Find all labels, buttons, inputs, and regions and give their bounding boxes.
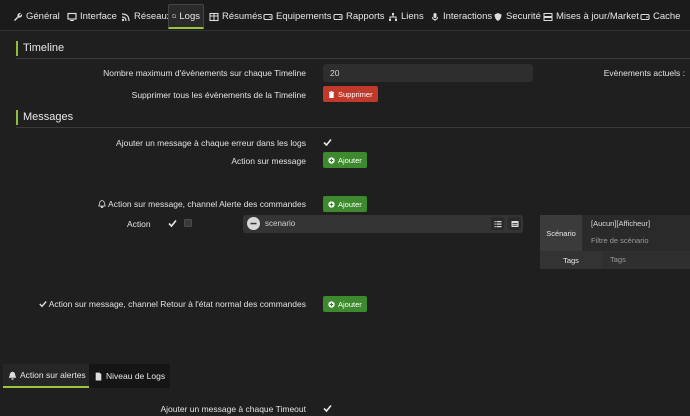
add-return-action-button[interactable]: Ajouter <box>323 296 367 312</box>
tab-reseaux[interactable]: Réseaux <box>118 4 175 29</box>
file-icon <box>172 14 176 18</box>
check-icon <box>39 301 47 308</box>
timeline-section-title: Timeline <box>16 41 64 56</box>
tab-label: Liens <box>401 11 424 22</box>
return-channel-text: Action sur message, channel Retour à l'é… <box>48 299 306 309</box>
tab-label: Securité <box>506 11 541 22</box>
file-icon <box>95 372 102 380</box>
action-options-checkbox[interactable] <box>184 219 192 227</box>
current-events-label: Evènements actuels : <box>603 68 685 78</box>
tab-label: Résumés <box>222 11 263 22</box>
bell-icon <box>98 200 106 209</box>
divider <box>16 58 690 59</box>
plus-circle-icon <box>328 156 335 164</box>
tab-logs[interactable]: Logs <box>168 4 204 29</box>
messages-section-title: Messages <box>16 110 73 125</box>
tab-action-sur-alertes[interactable]: Action sur alertes <box>3 364 91 388</box>
scenario-select-value: [Aucun][Afficheur] <box>591 219 651 228</box>
scenario-select[interactable]: [Aucun][Afficheur] Filtre de scénario <box>582 215 690 251</box>
tab-label: Logs <box>179 10 200 22</box>
sitemap-icon <box>389 12 397 21</box>
add-on-error-label: Ajouter un message à chaque erreur dans … <box>116 138 306 148</box>
bell-icon <box>8 371 17 380</box>
timeout-label: Ajouter un message à chaque Timeout <box>160 404 306 414</box>
tab-label: Général <box>26 11 60 22</box>
shield-icon <box>494 12 502 21</box>
delete-button-label: Supprimer <box>338 89 373 99</box>
tab-label: Interactions <box>443 11 493 22</box>
delete-timeline-button[interactable]: Supprimer <box>323 86 378 102</box>
scenario-filter-input[interactable]: Filtre de scénario <box>591 236 649 245</box>
tab-liens[interactable]: Liens <box>385 4 427 29</box>
add-button-label: Ajouter <box>338 155 362 165</box>
tab-label: Action sur alertes <box>20 370 86 380</box>
microphone-icon <box>432 12 438 21</box>
tab-label: Niveau de Logs <box>106 371 166 381</box>
tab-general[interactable]: Général <box>10 4 63 29</box>
tab-securite[interactable]: Securité <box>490 4 544 29</box>
divider <box>16 127 690 128</box>
tab-label: Cache <box>653 11 681 22</box>
tab-label: Réseaux <box>134 11 172 22</box>
hdd-icon <box>263 13 273 20</box>
hdd-icon <box>640 13 650 20</box>
tab-mises-a-jour[interactable]: Mises à jour/Market <box>540 4 642 29</box>
tags-input[interactable]: Tags <box>602 251 690 269</box>
scenario-panel-label: Scénario <box>540 215 582 251</box>
tab-label: Interface <box>80 11 117 22</box>
plus-circle-icon <box>328 200 335 208</box>
scenario-value: scenario <box>265 219 296 228</box>
plus-circle-icon <box>328 300 335 308</box>
minus-circle-icon[interactable] <box>247 217 260 230</box>
tab-label: Mises à jour/Market <box>556 11 639 22</box>
rss-icon <box>121 12 130 21</box>
table-icon <box>209 12 219 21</box>
hdd-icon <box>333 13 343 20</box>
return-channel-label: Action sur message, channel Retour à l'é… <box>39 299 306 309</box>
wrench-icon <box>14 12 23 21</box>
settings-tabbar: Général Interface Réseaux Logs Résumés E… <box>0 0 690 31</box>
tags-label: Tags <box>540 251 602 269</box>
alert-channel-label: Action sur message, channel Alerte des c… <box>98 199 306 209</box>
tab-rapports[interactable]: Rapports <box>330 4 388 29</box>
tab-interactions[interactable]: Interactions <box>427 4 495 29</box>
server-icon <box>543 12 553 21</box>
alert-channel-text: Action sur message, channel Alerte des c… <box>108 199 306 209</box>
tab-interface[interactable]: Interface <box>64 4 120 29</box>
add-on-error-checkbox[interactable] <box>323 138 332 147</box>
add-alert-action-button[interactable]: Ajouter <box>323 196 367 212</box>
list-icon[interactable] <box>491 217 504 230</box>
tab-niveau-de-logs[interactable]: Niveau de Logs <box>89 364 171 388</box>
delete-all-events-label: Supprimer tous les évènements de la Time… <box>131 90 306 100</box>
table-icon[interactable] <box>508 217 521 230</box>
monitor-icon <box>67 12 77 21</box>
action-label: Action <box>127 219 151 229</box>
add-button-label: Ajouter <box>338 199 362 209</box>
max-events-input[interactable]: 20 <box>323 64 533 82</box>
action-enabled-checkbox[interactable] <box>168 219 177 228</box>
tab-equipements[interactable]: Equipements <box>260 4 334 29</box>
add-action-on-message-button[interactable]: Ajouter <box>323 152 367 168</box>
tab-cache[interactable]: Cache <box>637 4 683 29</box>
tab-label: Rapports <box>346 11 385 22</box>
timeout-checkbox[interactable] <box>323 404 332 413</box>
tab-label: Equipements <box>276 11 332 22</box>
trash-icon <box>328 90 335 98</box>
tab-resumes[interactable]: Résumés <box>206 4 265 29</box>
scenario-cmd-field[interactable]: scenario <box>243 215 523 233</box>
action-on-message-label: Action sur message <box>231 156 306 166</box>
add-button-label: Ajouter <box>338 299 362 309</box>
max-events-label: Nombre maximum d'évènements sur chaque T… <box>103 68 306 78</box>
